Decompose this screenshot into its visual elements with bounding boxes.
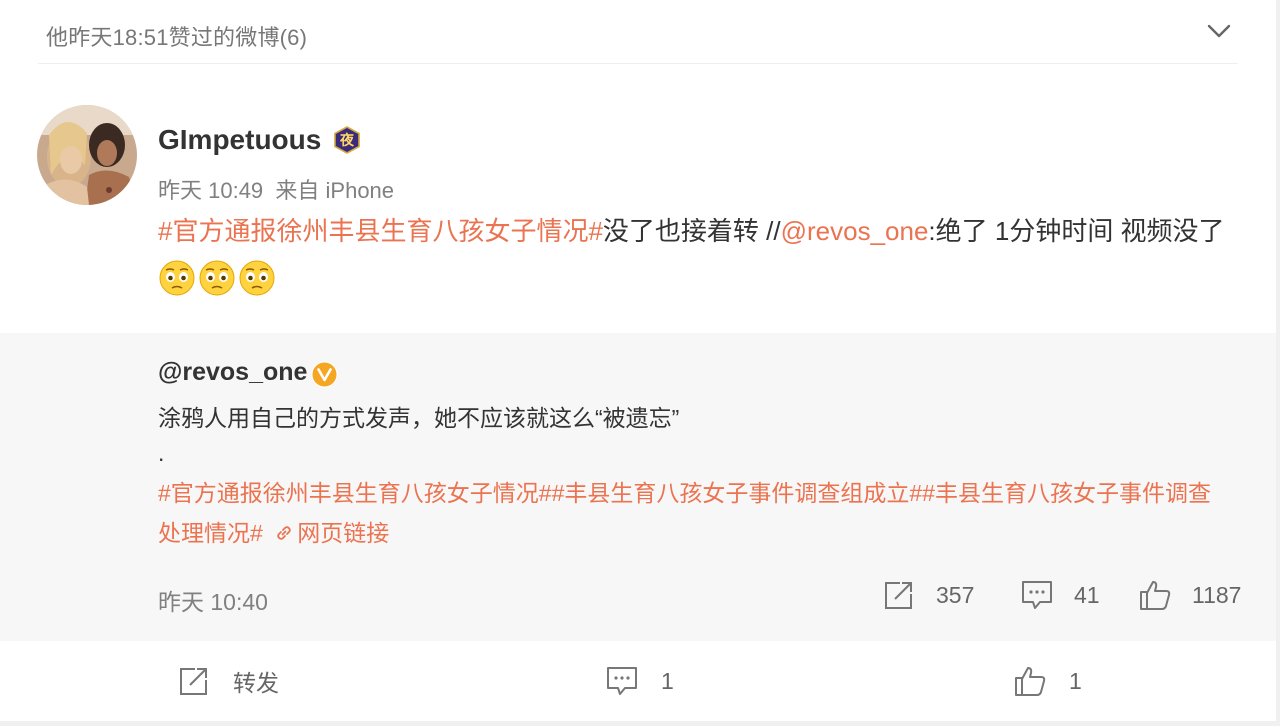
chevron-down-icon[interactable] [1205, 19, 1233, 43]
original-comment-count: 41 [1074, 581, 1100, 608]
header-divider [38, 63, 1238, 64]
post-time[interactable]: 昨天 10:49 [158, 178, 263, 203]
verified-badge-icon [311, 361, 338, 388]
repost-icon [180, 668, 207, 695]
original-time[interactable]: 昨天 10:40 [158, 583, 268, 617]
comment-count: 1 [661, 667, 674, 694]
post-source: 来自 iPhone [275, 178, 395, 203]
like-button[interactable]: 1 [1013, 663, 1082, 699]
header-title: 他昨天18:51赞过的微博(6) [46, 25, 308, 50]
member-badge-icon[interactable]: 夜 [333, 126, 361, 154]
original-hashtags: #官方通报徐州丰县生育八孩女子情况##丰县生育八孩女子事件调查组成立##丰县生育… [158, 473, 1228, 553]
sad-face-emoji-icon [239, 260, 275, 296]
like-count: 1 [1069, 667, 1082, 694]
comment-button[interactable]: 1 [605, 663, 674, 699]
thumbs-up-icon [1015, 667, 1046, 696]
original-text-dot: . [158, 440, 165, 466]
original-repost-count: 357 [936, 581, 975, 608]
post-username[interactable]: GImpetuous [158, 124, 321, 156]
original-author[interactable]: @revos_one [158, 358, 307, 387]
right-edge-border [1276, 0, 1280, 726]
sad-face-emoji-icon [159, 260, 195, 296]
original-text: 涂鸦人用自己的方式发声，她不应该就这么“被遗忘” [158, 405, 680, 431]
comment-icon [1022, 581, 1052, 609]
original-comment-button[interactable]: 41 [1020, 578, 1100, 612]
post-action-bar: 转发 1 1 [0, 641, 1276, 721]
repost-icon [885, 582, 912, 609]
post-body-2: :绝了 1分钟时间 视频没了 [928, 216, 1225, 246]
post-text: #官方通报徐州丰县生育八孩女子情况#没了也接着转 //@revos_one:绝了… [158, 207, 1238, 303]
original-repost-button[interactable]: 357 [882, 578, 974, 612]
emoji-group [158, 260, 278, 296]
card-bottom-divider [0, 721, 1280, 726]
post-meta: 昨天 10:49 来自 iPhone [158, 173, 394, 205]
post-body-1: 没了也接着转 // [602, 216, 781, 246]
thumbs-up-icon [1140, 581, 1171, 610]
link-icon [277, 526, 291, 540]
comment-icon [607, 667, 637, 695]
repost-button[interactable]: 转发 [177, 663, 279, 699]
avatar[interactable] [37, 105, 137, 205]
original-like-button[interactable]: 1187 [1138, 578, 1241, 612]
sad-face-emoji-icon [199, 260, 235, 296]
post-mention[interactable]: @revos_one [781, 216, 929, 246]
post-hashtag[interactable]: #官方通报徐州丰县生育八孩女子情况# [158, 216, 603, 246]
liked-weibo-header: 他昨天18:51赞过的微博(6) [0, 0, 1276, 64]
member-badge-char: 夜 [339, 132, 355, 149]
reposted-weibo[interactable]: @revos_one 涂鸦人用自己的方式发声，她不应该就这么“被遗忘” . #官… [0, 333, 1276, 641]
web-link[interactable]: 网页链接 [297, 520, 389, 546]
original-like-count: 1187 [1192, 581, 1242, 608]
repost-label: 转发 [233, 670, 279, 696]
